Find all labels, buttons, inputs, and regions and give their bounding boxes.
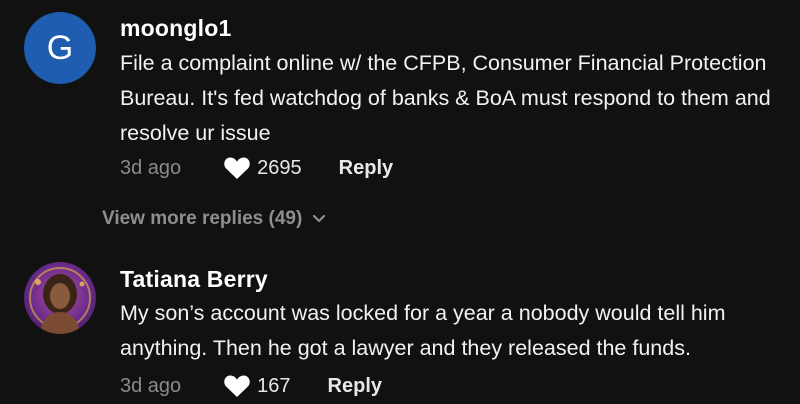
comment-meta: 3d ago 2695 Reply	[120, 153, 393, 183]
heart-icon	[224, 157, 250, 179]
avatar[interactable]: G	[24, 12, 96, 84]
like-count: 2695	[257, 156, 302, 179]
like-button[interactable]: 167	[223, 374, 291, 398]
comment-text: File a complaint online w/ the CFPB, Con…	[120, 51, 771, 145]
view-more-replies-button[interactable]: View more replies (49)	[102, 208, 326, 230]
comment-time: 3d ago	[120, 156, 182, 179]
reply-button[interactable]: Reply	[339, 157, 393, 180]
like-count: 167	[257, 374, 291, 397]
heart-icon	[224, 375, 250, 397]
avatar-letter: G	[46, 28, 74, 67]
comment-username[interactable]: moonglo1	[120, 15, 231, 42]
comment-text: My son’s account was locked for a year a…	[120, 301, 726, 360]
comment-username[interactable]: Tatiana Berry	[120, 266, 268, 293]
chevron-down-icon	[313, 214, 326, 223]
avatar-photo	[29, 267, 91, 334]
reply-button[interactable]: Reply	[328, 375, 382, 398]
view-more-label: View more replies (49)	[102, 208, 303, 229]
comment-meta: 3d ago 167 Reply	[120, 371, 382, 401]
comment-item: Tatiana Berry My son’s account was locke…	[0, 250, 800, 404]
comment-time: 3d ago	[120, 374, 182, 397]
comment-item: G moonglo1 File a complaint online w/ th…	[0, 0, 800, 200]
avatar[interactable]	[24, 262, 96, 334]
like-button[interactable]: 2695	[223, 156, 302, 180]
